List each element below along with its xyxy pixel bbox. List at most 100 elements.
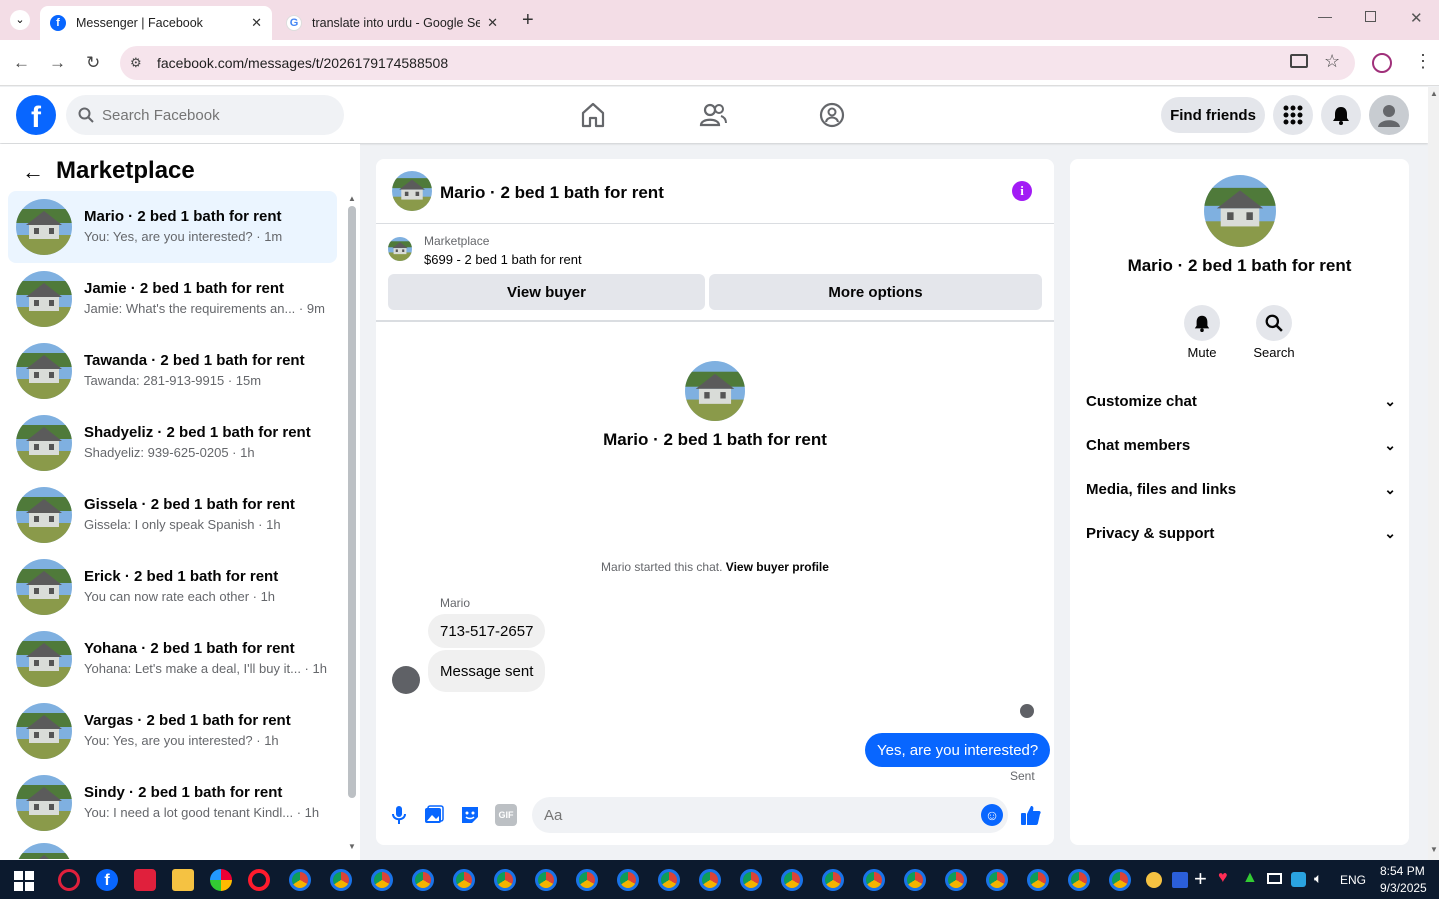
chrome-profile-icon[interactable] [576,869,598,891]
new-tab-icon[interactable]: + [522,9,534,32]
info-icon[interactable]: i [1012,181,1032,201]
conversation-item-partial[interactable] [8,839,337,859]
search-box[interactable] [66,95,344,135]
listing-title[interactable]: $699 - 2 bed 1 bath for rent [424,252,582,267]
chrome-profile-icon[interactable] [453,869,475,891]
back-icon[interactable]: ← [13,53,30,73]
minimize-icon[interactable]: — [1318,8,1332,24]
microphone-icon[interactable] [388,804,410,826]
install-app-icon[interactable] [1290,54,1308,68]
groups-icon[interactable] [818,101,846,129]
incoming-message[interactable]: 713-517-2657 [428,614,546,648]
message-input[interactable] [532,797,1008,833]
scroll-down-icon[interactable]: ▼ [1430,845,1438,854]
profile-avatar[interactable] [1204,175,1276,247]
chrome-profile-icon[interactable] [986,869,1008,891]
reload-icon[interactable]: ↻ [86,53,100,73]
chrome-profile-icon[interactable] [330,869,352,891]
site-settings-icon[interactable]: ⚙ [130,55,142,71]
chrome-profile-icon[interactable] [740,869,762,891]
conversation-item[interactable]: Sindy · 2 bed 1 bath for rent You: I need… [8,767,337,839]
chrome-profile-icon[interactable] [658,869,680,891]
tray-plus-icon[interactable]: + [1194,866,1207,892]
outgoing-message[interactable]: Yes, are you interested? [865,733,1051,767]
back-arrow-icon[interactable]: ← [22,159,44,185]
chrome-profile-icon[interactable] [371,869,393,891]
clock-time[interactable]: 8:54 PM [1380,864,1425,878]
view-buyer-profile-link[interactable]: View buyer profile [726,560,829,574]
page-scrollbar[interactable]: ▲ ▼ [1428,87,1439,860]
conversation-item[interactable]: Erick · 2 bed 1 bath for rent You can now… [8,551,337,623]
search-input[interactable] [102,106,322,124]
tab-google[interactable]: G translate into urdu - Google Se ✕ [276,6,508,40]
chrome-profile-icon[interactable] [863,869,885,891]
chrome-profile-icon[interactable] [1068,869,1090,891]
conversation-item[interactable]: Yohana · 2 bed 1 bath for rent Yohana: Le… [8,623,337,695]
wps-icon[interactable] [134,869,156,891]
tray-heart-icon[interactable]: ♥ [1218,869,1228,887]
notifications-button[interactable] [1321,95,1361,135]
chrome-profile-icon[interactable] [494,869,516,891]
facebook-logo-icon[interactable]: f [16,95,56,135]
chrome-profile-icon[interactable] [781,869,803,891]
windows-start-icon[interactable] [14,871,34,891]
info-section-toggle[interactable]: Media, files and links ⌄ [1086,467,1396,511]
profile-icon[interactable] [1372,53,1392,73]
friends-icon[interactable] [699,101,727,129]
chrome-profile-icon[interactable] [412,869,434,891]
photo-icon[interactable] [423,804,445,826]
scroll-up-icon[interactable]: ▲ [348,194,356,203]
chrome-profile-icon[interactable] [617,869,639,891]
chrome-profile-icon[interactable] [822,869,844,891]
info-section-toggle[interactable]: Customize chat ⌄ [1086,379,1396,423]
search-button[interactable] [1256,305,1292,341]
language-indicator[interactable]: ENG [1340,873,1366,887]
network-icon[interactable] [1267,873,1282,884]
sender-avatar[interactable] [392,666,420,694]
colorful-app-icon[interactable] [210,869,232,891]
close-window-icon[interactable]: ✕ [1410,9,1423,27]
chrome-profile-icon[interactable] [945,869,967,891]
tab-messenger[interactable]: f Messenger | Facebook ✕ [40,6,272,40]
left-scrollbar[interactable]: ▲ ▼ [347,194,357,852]
scrollbar-thumb[interactable] [348,206,356,798]
opera-gx-icon[interactable] [58,869,80,891]
tray-app2-icon[interactable] [1291,872,1306,887]
chrome-profile-icon[interactable] [289,869,311,891]
chat-title[interactable]: Mario · 2 bed 1 bath for rent [440,183,664,203]
conversation-item[interactable]: Mario · 2 bed 1 bath for rent You: Yes, a… [8,191,337,263]
more-options-button[interactable]: More options [709,274,1042,310]
restore-icon[interactable] [1365,11,1376,22]
close-tab-icon[interactable]: ✕ [487,15,498,31]
listing-thumbnail[interactable] [388,237,412,261]
conversation-item[interactable]: Tawanda · 2 bed 1 bath for rent Tawanda: … [8,335,337,407]
emoji-icon[interactable]: ☺ [981,804,1003,826]
find-friends-button[interactable]: Find friends [1161,97,1265,133]
chat-avatar[interactable] [392,171,432,211]
sticker-icon[interactable] [459,804,481,826]
conversation-item[interactable]: Gissela · 2 bed 1 bath for rent Gissela: … [8,479,337,551]
tray-app-icon[interactable] [1146,872,1162,888]
facebook-app-icon[interactable]: f [96,869,118,891]
close-tab-icon[interactable]: ✕ [251,15,262,31]
info-section-toggle[interactable]: Privacy & support ⌄ [1086,511,1396,555]
chrome-profile-icon[interactable] [699,869,721,891]
gif-icon[interactable]: GIF [495,804,517,826]
chrome-profile-icon[interactable] [904,869,926,891]
info-section-toggle[interactable]: Chat members ⌄ [1086,423,1396,467]
chrome-profile-icon[interactable] [1109,869,1131,891]
view-buyer-button[interactable]: View buyer [388,274,705,310]
chrome-profile-icon[interactable] [535,869,557,891]
account-avatar[interactable] [1369,95,1409,135]
address-bar[interactable]: ⚙ facebook.com/messages/t/20261791745885… [120,46,1355,80]
tray-info-icon[interactable] [1172,872,1188,888]
scroll-up-icon[interactable]: ▲ [1430,89,1438,98]
file-explorer-icon[interactable] [172,869,194,891]
bookmark-star-icon[interactable]: ☆ [1324,51,1340,72]
forward-icon[interactable]: → [49,53,66,73]
menu-grid-button[interactable] [1273,95,1313,135]
browser-menu-icon[interactable]: ⋮ [1414,51,1432,72]
conversation-item[interactable]: Shadyeliz · 2 bed 1 bath for rent Shadyel… [8,407,337,479]
clock-date[interactable]: 9/3/2025 [1380,881,1427,895]
mute-button[interactable] [1184,305,1220,341]
